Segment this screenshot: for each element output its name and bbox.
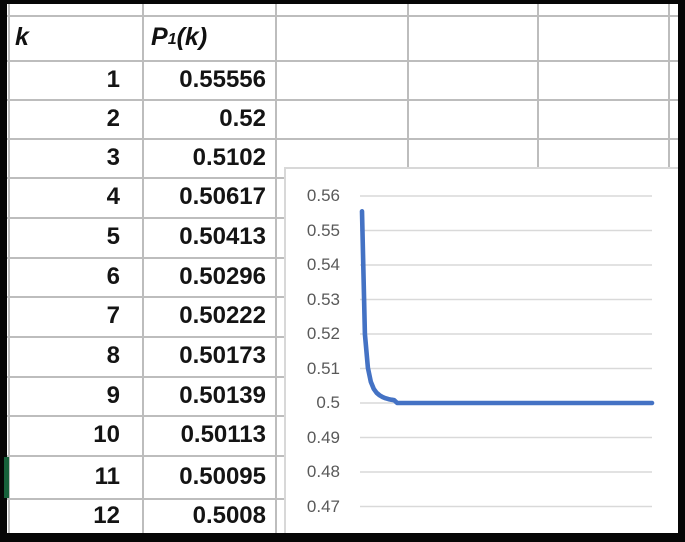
cell-k-row-5[interactable]: 5 bbox=[9, 217, 131, 257]
cell-p1k-row-9[interactable]: 0.50139 bbox=[144, 376, 266, 415]
cell-p1k-row-5[interactable]: 0.50413 bbox=[144, 217, 266, 257]
header-p-sub: 1 bbox=[167, 30, 177, 48]
chart-series-line[interactable] bbox=[359, 208, 655, 406]
header-paren-open: ( bbox=[176, 23, 185, 51]
cell-k-row-1[interactable]: 1 bbox=[9, 60, 131, 99]
gridline bbox=[407, 4, 409, 167]
cell-p1k-row-6[interactable]: 0.50296 bbox=[144, 257, 266, 296]
cell-k-row-12[interactable]: 12 bbox=[9, 498, 131, 533]
column-header-k[interactable]: k bbox=[15, 15, 135, 60]
cell-p1k-row-11[interactable]: 0.50095 bbox=[144, 455, 266, 498]
gridline bbox=[537, 4, 539, 167]
cell-p1k-row-7[interactable]: 0.50222 bbox=[144, 296, 266, 336]
cell-k-row-6[interactable]: 6 bbox=[9, 257, 131, 296]
cell-k-row-9[interactable]: 9 bbox=[9, 376, 131, 415]
header-p-base: P bbox=[151, 23, 168, 51]
header-k-label: k bbox=[15, 23, 29, 51]
header-p-arg: k bbox=[184, 23, 199, 51]
cell-selection-marker bbox=[4, 457, 9, 498]
cell-k-row-4[interactable]: 4 bbox=[9, 177, 131, 217]
cell-k-row-7[interactable]: 7 bbox=[9, 296, 131, 336]
cell-p1k-row-12[interactable]: 0.5008 bbox=[144, 498, 266, 533]
column-header-p1k[interactable]: P 1(k) bbox=[151, 15, 273, 60]
spreadsheet-screenshot: { "table": { "header": { "k_label": "k",… bbox=[0, 0, 685, 542]
spreadsheet-grid: k P 1(k) 1 0.55556 2 0.52 3 0.5102 4 0.50617 5 0.5… bbox=[7, 4, 678, 533]
cell-p1k-row-2[interactable]: 0.52 bbox=[144, 99, 266, 138]
cell-k-row-2[interactable]: 2 bbox=[9, 99, 131, 138]
cell-k-row-8[interactable]: 8 bbox=[9, 336, 131, 376]
cell-k-row-3[interactable]: 3 bbox=[9, 138, 131, 177]
cell-p1k-row-3[interactable]: 0.5102 bbox=[144, 138, 266, 177]
cell-p1k-row-4[interactable]: 0.50617 bbox=[144, 177, 266, 217]
cell-k-row-10[interactable]: 10 bbox=[9, 415, 131, 455]
gridline bbox=[668, 4, 670, 167]
cell-p1k-row-8[interactable]: 0.50173 bbox=[144, 336, 266, 376]
cell-p1k-row-1[interactable]: 0.55556 bbox=[144, 60, 266, 99]
header-paren-close: ) bbox=[198, 23, 208, 51]
embedded-chart[interactable]: 0.56 0.55 0.54 0.53 0.52 0.51 0.5 0.49 0.48 0.47 bbox=[284, 167, 678, 533]
cell-k-row-11[interactable]: 11 bbox=[9, 455, 131, 498]
cell-p1k-row-10[interactable]: 0.50113 bbox=[144, 415, 266, 455]
chart-plot-area bbox=[359, 195, 655, 508]
